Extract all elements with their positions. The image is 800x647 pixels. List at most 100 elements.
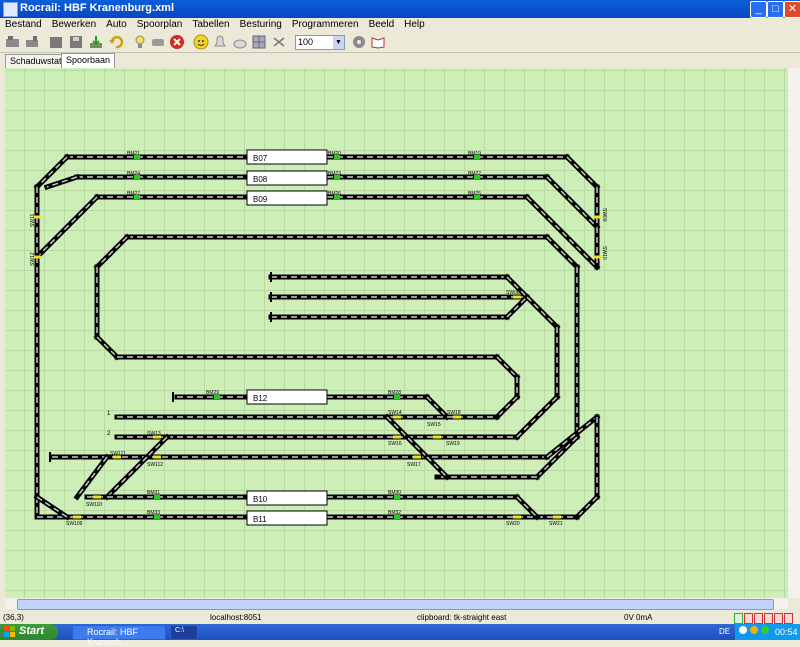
svg-text:B10: B10: [253, 495, 268, 504]
status-led: [734, 613, 743, 624]
menu-spoorplan[interactable]: Spoorplan: [132, 18, 188, 30]
block-b10[interactable]: B10: [246, 490, 328, 506]
switch-label: SW21: [549, 521, 563, 527]
menu-bestand[interactable]: Bestand: [0, 18, 47, 30]
undo-icon[interactable]: [108, 34, 124, 50]
sensor-label: BM27: [127, 191, 140, 197]
locomotive-icon[interactable]: [5, 34, 21, 50]
track-segment[interactable]: [103, 453, 151, 501]
menu-tabellen[interactable]: Tabellen: [187, 18, 234, 30]
svg-text:B08: B08: [253, 175, 268, 184]
status-clipboard: clipboard: tk-straight east: [417, 613, 507, 622]
svg-text:B12: B12: [253, 394, 268, 403]
switch-indicator[interactable]: [153, 455, 161, 459]
locomotive-run-icon[interactable]: [24, 34, 40, 50]
lightbulb-icon[interactable]: [132, 34, 148, 50]
track-rail-dashes: [426, 396, 448, 418]
book-icon[interactable]: [370, 34, 386, 50]
switch-label: SW20: [506, 521, 520, 527]
bell-icon[interactable]: [212, 34, 228, 50]
smiley-icon[interactable]: [193, 34, 209, 50]
track-rail-dashes: [96, 336, 118, 358]
track-rail-dashes: [576, 496, 598, 518]
maximize-button[interactable]: □: [767, 1, 784, 18]
sensor-label: BM20: [328, 151, 341, 157]
zoom-select[interactable]: 100 ▼: [295, 35, 345, 50]
taskbar: Start Rocrail: HBF Kranenb... C:\ DE 00:…: [0, 624, 800, 647]
menu-besturing[interactable]: Besturing: [235, 18, 287, 30]
track-plan-canvas[interactable]: B07 B08 B09 B12 B10 B11 BM21 BM24 BM27 B…: [5, 68, 788, 598]
menu-beeld[interactable]: Beeld: [364, 18, 400, 30]
tab-spoorbaan[interactable]: Spoorbaan: [61, 53, 116, 69]
track-rail-dashes: [426, 456, 448, 478]
track-label: 2: [107, 431, 111, 437]
switch-indicator[interactable]: [413, 455, 421, 459]
block-b11[interactable]: B11: [246, 510, 328, 526]
save-file-icon[interactable]: [68, 34, 84, 50]
download-icon[interactable]: [88, 34, 104, 50]
switch-indicator[interactable]: [393, 435, 401, 439]
switch-indicator[interactable]: [593, 255, 601, 259]
vertical-scrollbar[interactable]: [788, 68, 800, 598]
open-file-icon[interactable]: [48, 34, 64, 50]
signal-icon[interactable]: [150, 34, 166, 50]
language-indicator[interactable]: DE: [719, 627, 730, 636]
cloud-icon[interactable]: [232, 34, 248, 50]
switch-label: SW10: [601, 246, 607, 260]
scissors-icon[interactable]: [271, 34, 287, 50]
status-host: localhost:8051: [210, 613, 262, 622]
stop-icon[interactable]: [169, 34, 185, 50]
toolbar: [0, 32, 800, 53]
svg-text:B11: B11: [253, 515, 267, 524]
tray-icon[interactable]: [739, 626, 747, 634]
status-coords: (36,3): [3, 613, 24, 622]
switch-indicator[interactable]: [93, 495, 101, 499]
menu-programmeren[interactable]: Programmeren: [287, 18, 364, 30]
grid-icon[interactable]: [251, 34, 267, 50]
status-led: [774, 613, 783, 624]
track-plan[interactable]: B07 B08 B09 B12 B10 B11 BM21 BM24 BM27 B…: [5, 68, 788, 598]
start-button[interactable]: Start: [0, 624, 58, 640]
menu-auto[interactable]: Auto: [101, 18, 132, 30]
status-led: [784, 613, 793, 624]
minimize-button[interactable]: _: [750, 1, 767, 18]
switch-label: SW14: [388, 410, 402, 416]
switch-indicator[interactable]: [553, 515, 561, 519]
block-b08[interactable]: B08: [246, 170, 328, 186]
horizontal-scrollbar[interactable]: [5, 598, 788, 610]
sensor-label: BM31: [147, 490, 160, 496]
scroll-thumb[interactable]: [17, 599, 774, 610]
chevron-down-icon[interactable]: ▼: [333, 36, 344, 49]
switch-label: SW12: [30, 252, 36, 266]
switch-indicator[interactable]: [593, 215, 601, 219]
sensor-label: BM33: [147, 510, 160, 516]
tray-icon[interactable]: [750, 626, 758, 634]
block-b09[interactable]: B09: [246, 190, 328, 206]
svg-text:B09: B09: [253, 195, 268, 204]
switch-label: SW17: [407, 462, 421, 468]
clock: 00:54: [775, 627, 798, 637]
track-segment[interactable]: [513, 393, 561, 441]
sensor-label: BM29: [206, 390, 219, 396]
switch-label: SW110: [86, 502, 102, 508]
taskbar-item-rocrail[interactable]: Rocrail: HBF Kranenb...: [72, 625, 166, 647]
track-rail-dashes: [546, 176, 598, 228]
switch-label: SW109: [66, 521, 83, 527]
menu-bewerken[interactable]: Bewerken: [47, 18, 101, 30]
menu-help[interactable]: Help: [399, 18, 430, 30]
switch-label: SW111: [110, 451, 126, 457]
gear-icon[interactable]: [351, 34, 367, 50]
taskbar-item-console[interactable]: C:\: [170, 625, 198, 640]
close-button[interactable]: ✕: [784, 1, 800, 18]
switch-indicator[interactable]: [513, 515, 521, 519]
rocrail-app-icon: [3, 2, 18, 17]
switch-indicator[interactable]: [433, 435, 441, 439]
block-b12[interactable]: B12: [246, 389, 328, 405]
switch-indicator[interactable]: [73, 515, 81, 519]
menu-bar: Bestand Bewerken Auto Spoorplan Tabellen Best…: [0, 18, 800, 32]
switch-label: SW19: [446, 441, 460, 447]
block-b07[interactable]: B07: [246, 149, 328, 165]
tray-icon[interactable]: [761, 626, 769, 634]
track-rail-dashes: [36, 196, 98, 258]
sensor-label: BM19: [468, 151, 481, 157]
